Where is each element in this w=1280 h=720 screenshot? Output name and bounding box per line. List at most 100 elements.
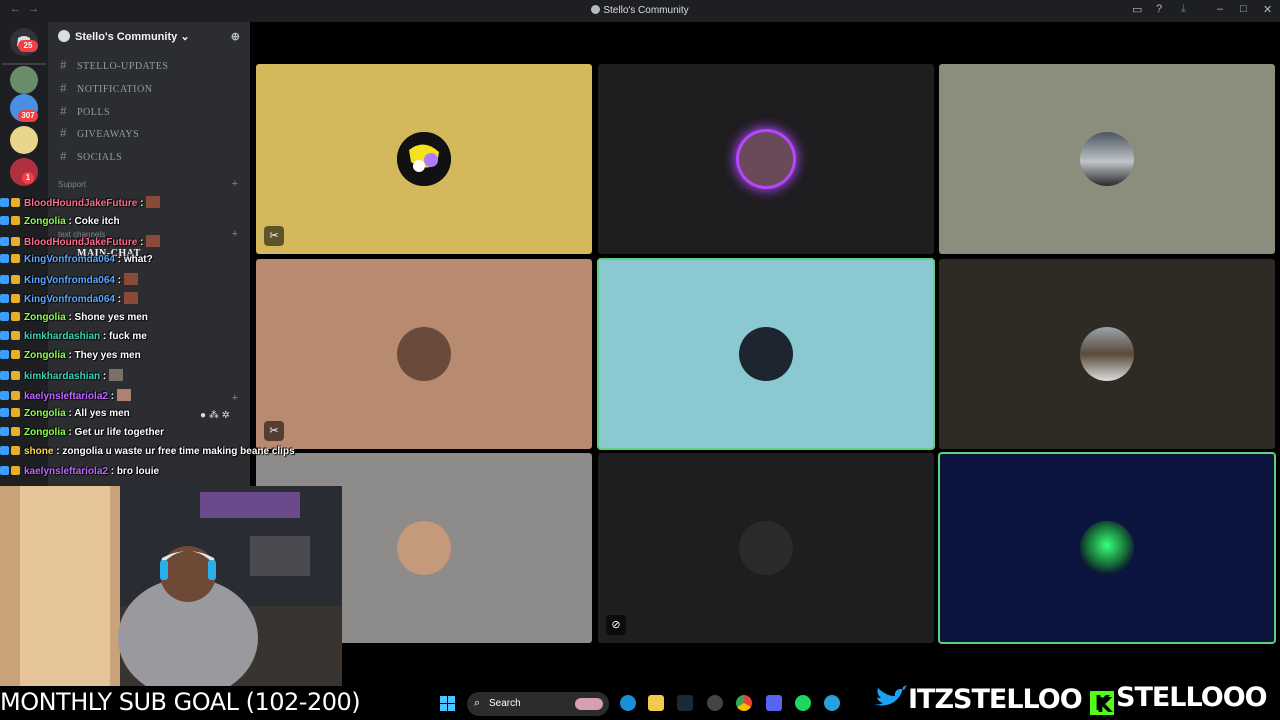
discord-icon[interactable]	[766, 695, 782, 711]
chat-username: shone	[24, 446, 54, 457]
help-icon[interactable]: ?	[1156, 3, 1162, 15]
chat-message: Zongolia : Coke itch	[0, 216, 120, 232]
badge-icon	[11, 371, 20, 380]
separator	[2, 63, 46, 65]
badge-icon	[0, 371, 9, 380]
kick-logo-icon: K	[1088, 689, 1116, 717]
add-channel-icon[interactable]: +	[232, 178, 238, 190]
chat-message: KingVonfromda064 : what?	[0, 254, 153, 270]
start-menu-icon[interactable]	[440, 696, 455, 711]
chat-text: : bro louie	[107, 466, 160, 477]
chat-text: : zongolia u waste ur free time making b…	[53, 446, 295, 457]
steam-icon[interactable]	[677, 695, 693, 711]
avatar	[1080, 132, 1134, 186]
badge-icon	[11, 391, 20, 400]
invite-people-icon[interactable]: ⊕	[231, 30, 240, 43]
channel-label: STELLO-UPDATES	[77, 61, 169, 72]
chat-username: BloodHoundJakeFuture	[24, 237, 138, 248]
maximize-button[interactable]: □	[1240, 3, 1247, 15]
emote-icon	[124, 273, 139, 285]
webcam-feed	[0, 486, 342, 686]
avatar	[1080, 327, 1134, 381]
add-channel-icon[interactable]: +	[232, 392, 238, 404]
chat-username: Zongolia	[24, 350, 66, 361]
twitter-handle: ITZSTELLOO	[872, 682, 1084, 718]
voice-stage: ✂ ✂ ⊘	[250, 22, 1280, 687]
channel-polls[interactable]: # POLLS	[60, 103, 110, 119]
chat-username: KingVonfromda064	[24, 275, 115, 286]
voice-tile[interactable]: ✂	[256, 64, 592, 254]
kick-handle: K STELLOOO	[1088, 681, 1269, 718]
edge-icon[interactable]	[620, 695, 636, 711]
chat-username: Zongolia	[24, 216, 66, 227]
chat-text: : They yes men	[65, 350, 141, 361]
channel-giveaways[interactable]: # GIVEAWAYS	[60, 125, 139, 141]
add-channel-icon[interactable]: +	[232, 228, 238, 240]
voice-tile[interactable]: ⊘	[598, 453, 934, 643]
badge-icon	[0, 294, 9, 303]
badge-icon	[0, 216, 9, 225]
minimize-button[interactable]: –	[1217, 3, 1223, 15]
hash-icon: #	[60, 57, 67, 72]
file-explorer-icon[interactable]	[648, 695, 664, 711]
chat-username: kimkhardashian	[24, 371, 101, 382]
window-title: Stello's Community	[0, 5, 1280, 16]
chat-username: kimkhardashian	[24, 331, 101, 342]
chat-message: Zongolia : Get ur life together	[0, 427, 164, 443]
voice-tile[interactable]: ✂	[256, 259, 592, 449]
emote-icon	[124, 292, 139, 304]
chat-bubble-icon[interactable]: ●	[200, 410, 206, 421]
chat-text: : what?	[114, 254, 153, 265]
telegram-icon[interactable]	[824, 695, 840, 711]
chat-username: Zongolia	[24, 408, 66, 419]
chat-message: kaelynsleftariola2 : bro louie	[0, 466, 159, 482]
badge-icon	[11, 408, 20, 417]
chat-username: Zongolia	[24, 427, 66, 438]
chat-text: :	[100, 371, 107, 382]
badge-icon	[11, 198, 20, 207]
muted-mic-icon: ✂	[264, 421, 284, 441]
voice-tile[interactable]	[938, 452, 1276, 644]
channel-label: NOTIFICATION	[77, 84, 153, 95]
avatar	[739, 521, 793, 575]
chat-text: :	[107, 391, 115, 402]
badge-icon	[0, 198, 9, 207]
close-button[interactable]: ✕	[1263, 3, 1272, 16]
badge-icon	[0, 254, 9, 263]
chat-username: KingVonfromda064	[24, 294, 115, 305]
hash-icon: #	[60, 103, 67, 118]
gear-icon[interactable]: ✲	[222, 410, 230, 421]
chrome-icon[interactable]	[736, 695, 752, 711]
avatar	[397, 521, 451, 575]
server-header[interactable]: Stello's Community ⌄ ⊕	[58, 30, 240, 43]
inbox-icon[interactable]: ▭	[1132, 3, 1142, 16]
taskbar-search[interactable]: ⌕ Search	[467, 692, 609, 716]
badge-icon	[0, 466, 9, 475]
voice-tile[interactable]	[939, 64, 1275, 254]
category-support[interactable]: Support	[58, 180, 86, 189]
app-icon[interactable]	[707, 695, 723, 711]
muted-mic-icon: ✂	[264, 226, 284, 246]
voice-tile[interactable]	[598, 64, 934, 254]
spotify-icon[interactable]	[795, 695, 811, 711]
badge-icon	[0, 237, 9, 246]
server-icon	[591, 5, 601, 14]
chat-text: : All yes men	[65, 408, 130, 419]
badge-icon	[11, 312, 20, 321]
avatar	[739, 327, 793, 381]
channel-socials[interactable]: # SOCIALS	[60, 148, 122, 164]
channel-stello-updates[interactable]: # STELLO-UPDATES	[60, 57, 168, 73]
camera-off-icon: ⊘	[606, 615, 626, 635]
voice-tile[interactable]	[597, 258, 935, 450]
voice-tile[interactable]	[939, 259, 1275, 449]
badge-icon	[11, 331, 20, 340]
server-icon[interactable]	[10, 126, 38, 154]
add-member-icon[interactable]: ⁂	[209, 410, 219, 421]
channel-notification[interactable]: # NOTIFICATION	[60, 80, 152, 96]
server-icon[interactable]	[10, 66, 38, 94]
badge-icon	[0, 408, 9, 417]
badge-icon	[0, 391, 9, 400]
download-icon[interactable]: ⤓	[1181, 3, 1186, 16]
channel-actions: ● ⁂ ✲	[200, 410, 230, 421]
badge-icon	[11, 466, 20, 475]
